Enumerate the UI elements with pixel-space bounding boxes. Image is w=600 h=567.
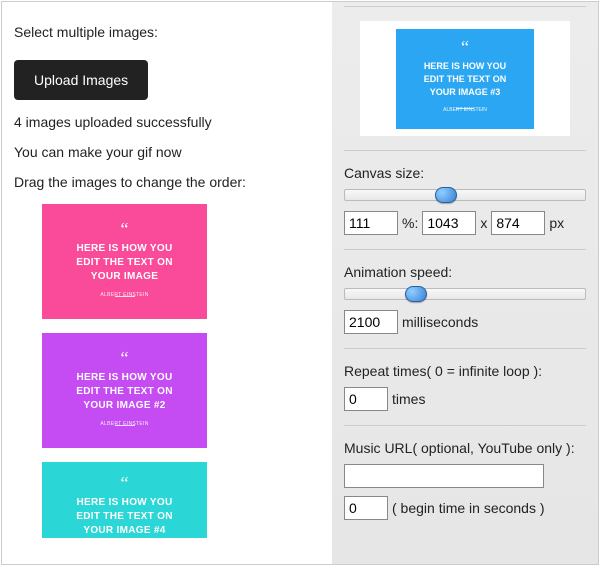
x-label: x	[480, 215, 487, 231]
thumb-author: ALBERT EINSTEIN	[100, 292, 148, 298]
right-panel: “ HERE IS HOW YOU EDIT THE TEXT ON YOUR …	[332, 2, 598, 564]
upload-images-button[interactable]: Upload Images	[14, 60, 148, 100]
begin-time-label: ( begin time in seconds )	[392, 500, 545, 516]
quote-icon: “	[121, 226, 129, 232]
quote-icon: “	[121, 355, 129, 361]
music-url-label: Music URL( optional, YouTube only ):	[344, 440, 586, 456]
image-thumb[interactable]: “ HERE IS HOW YOU EDIT THE TEXT ON YOUR …	[42, 204, 207, 319]
preview-frame: “ HERE IS HOW YOU EDIT THE TEXT ON YOUR …	[360, 21, 570, 136]
divider	[344, 6, 586, 7]
slider-knob[interactable]	[405, 286, 427, 302]
image-thumb[interactable]: “ HERE IS HOW YOU EDIT THE TEXT ON YOUR …	[42, 333, 207, 448]
select-images-label: Select multiple images:	[14, 24, 320, 40]
preview-text: HERE IS HOW YOU EDIT THE TEXT ON YOUR IM…	[424, 60, 507, 99]
music-url-input[interactable]	[344, 464, 544, 488]
repeat-times-input[interactable]	[344, 387, 388, 411]
animation-speed-slider[interactable]	[344, 288, 586, 300]
canvas-height-input[interactable]	[491, 211, 545, 235]
image-thumb[interactable]: “ HERE IS HOW YOU EDIT THE TEXT ON YOUR …	[42, 462, 207, 538]
thumb-text: HERE IS HOW YOU EDIT THE TEXT ON YOUR IM…	[76, 496, 172, 538]
preview-image: “ HERE IS HOW YOU EDIT THE TEXT ON YOUR …	[396, 29, 534, 129]
times-label: times	[392, 391, 425, 407]
px-label: px	[549, 215, 564, 231]
upload-success-msg: 4 images uploaded successfully	[14, 114, 320, 130]
milliseconds-label: milliseconds	[402, 314, 478, 330]
animation-speed-label: Animation speed:	[344, 264, 586, 280]
divider	[344, 150, 586, 151]
preview-author: ALBERT EINSTEIN	[443, 107, 487, 113]
slider-knob[interactable]	[435, 187, 457, 203]
divider	[344, 348, 586, 349]
canvas-size-slider[interactable]	[344, 189, 586, 201]
thumb-author: ALBERT EINSTEIN	[100, 421, 148, 427]
thumb-text: HERE IS HOW YOU EDIT THE TEXT ON YOUR IM…	[76, 371, 172, 413]
divider	[344, 249, 586, 250]
repeat-times-label: Repeat times( 0 = infinite loop ):	[344, 363, 586, 379]
drag-instructions: Drag the images to change the order:	[14, 174, 320, 190]
gif-ready-msg: You can make your gif now	[14, 144, 320, 160]
left-panel: Select multiple images: Upload Images 4 …	[2, 2, 332, 564]
thumb-text: HERE IS HOW YOU EDIT THE TEXT ON YOUR IM…	[76, 242, 172, 284]
preview-area: “ HERE IS HOW YOU EDIT THE TEXT ON YOUR …	[344, 21, 586, 136]
music-begin-time-input[interactable]	[344, 496, 388, 520]
quote-icon: “	[461, 44, 469, 50]
animation-speed-input[interactable]	[344, 310, 398, 334]
canvas-size-label: Canvas size:	[344, 165, 586, 181]
percent-label: %:	[402, 215, 418, 231]
canvas-width-input[interactable]	[422, 211, 476, 235]
divider	[344, 425, 586, 426]
quote-icon: “	[121, 480, 129, 486]
canvas-percent-input[interactable]	[344, 211, 398, 235]
